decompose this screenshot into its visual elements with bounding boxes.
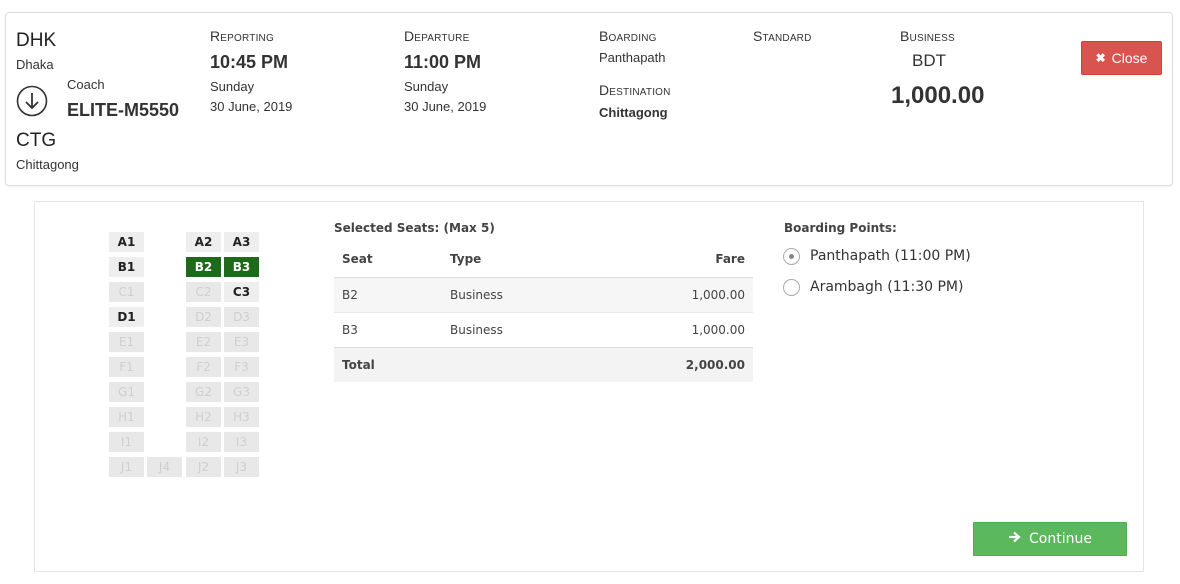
seat-d3: D3 [224, 307, 259, 327]
seat-b2[interactable]: B2 [186, 257, 221, 277]
seat-h3: H3 [224, 407, 259, 427]
seat-b1[interactable]: B1 [109, 257, 144, 277]
seat-g3: G3 [224, 382, 259, 402]
reporting-date: 30 June, 2019 [210, 99, 293, 114]
close-button-label: Close [1111, 50, 1148, 66]
boarding-option-panthapath[interactable]: Panthapath (11:00 PM) [783, 246, 971, 266]
seat-map: A1 A2 A3 B1 B2 B3 C1 C2 C3 D1 D2 D3 E1 E2 E3 F1 F2 F3 G1 G2… [109, 232, 269, 482]
continue-button[interactable]: Continue [973, 522, 1127, 556]
reporting-time: 10:45 PM [210, 52, 289, 72]
seat-i1: I1 [109, 432, 144, 452]
seat-g1: G1 [109, 382, 144, 402]
boarding-option-arambagh[interactable]: Arambagh (11:30 PM) [783, 277, 963, 297]
table-header-row: Seat Type Fare [334, 242, 753, 278]
column-header-seat: Seat [334, 242, 442, 278]
departure-label: Departure [404, 28, 470, 44]
boarding-option-label: Panthapath (11:00 PM) [810, 248, 971, 264]
destination-label: Destination [599, 82, 671, 98]
arrow-right-icon [1008, 531, 1021, 547]
trip-summary-panel: DHK Dhaka Coach ELITE-M5550 CTG Chittago… [5, 12, 1173, 186]
close-icon: ✖ [1095, 51, 1106, 65]
reporting-day: Sunday [210, 79, 255, 94]
seat-i3: I3 [224, 432, 259, 452]
seat-selection-panel: A1 A2 A3 B1 B2 B3 C1 C2 C3 D1 D2 D3 E1 E2 E3 F1 F2 F3 G1 G2… [34, 201, 1144, 572]
seat-h1: H1 [109, 407, 144, 427]
boarding-value: Panthapath [599, 50, 666, 65]
departure-time: 11:00 PM [404, 52, 482, 72]
seat-cell: B2 [334, 276, 442, 312]
seat-f2: F2 [186, 357, 221, 377]
boarding-points-title: Boarding Points: [784, 221, 897, 235]
departure-day: Sunday [404, 79, 449, 94]
table-row: B2 Business 1,000.00 [334, 276, 753, 312]
total-label: Total [334, 346, 442, 382]
currency-label: BDT [912, 51, 946, 70]
fare-cell: 1,000.00 [590, 276, 753, 312]
total-value: 2,000.00 [590, 346, 753, 382]
seat-j1: J1 [109, 457, 144, 477]
class-standard-label: Standard [753, 28, 812, 44]
seat-c2: C2 [186, 282, 221, 302]
close-button[interactable]: ✖ Close [1081, 41, 1162, 75]
coach-label: Coach [67, 77, 105, 92]
seat-c1: C1 [109, 282, 144, 302]
origin-city: Dhaka [16, 57, 54, 72]
seat-a3[interactable]: A3 [224, 232, 259, 252]
seat-d2: D2 [186, 307, 221, 327]
destination-code: CTG [16, 130, 57, 151]
seat-e2: E2 [186, 332, 221, 352]
departure-date: 30 June, 2019 [404, 99, 487, 114]
seat-g2: G2 [186, 382, 221, 402]
type-cell: Business [442, 276, 591, 312]
coach-number: ELITE-M5550 [67, 100, 180, 120]
seat-b3[interactable]: B3 [224, 257, 259, 277]
destination-city: Chittagong [16, 157, 79, 172]
total-spacer [442, 346, 591, 382]
continue-button-label: Continue [1029, 531, 1092, 547]
arrow-down-circle-icon [16, 85, 48, 117]
fare-price: 1,000.00 [891, 82, 985, 109]
boarding-label: Boarding [599, 28, 657, 44]
seat-d1[interactable]: D1 [109, 307, 144, 327]
reporting-label: Reporting [210, 28, 274, 44]
selected-seats-table: Seat Type Fare B2 Business 1,000.00 B3 B… [334, 242, 753, 382]
total-row: Total 2,000.00 [334, 346, 753, 382]
seat-cell: B3 [334, 311, 442, 347]
class-business-label: Business [900, 28, 955, 44]
seat-j2: J2 [186, 457, 221, 477]
radio-checked-icon[interactable] [783, 247, 800, 265]
radio-unchecked-icon[interactable] [783, 278, 800, 296]
seat-j3: J3 [224, 457, 259, 477]
seat-f3: F3 [224, 357, 259, 377]
seat-c3[interactable]: C3 [224, 282, 259, 302]
column-header-fare: Fare [590, 242, 753, 278]
boarding-option-label: Arambagh (11:30 PM) [810, 279, 964, 295]
seat-a1[interactable]: A1 [109, 232, 144, 252]
seat-f1: F1 [109, 357, 144, 377]
type-cell: Business [442, 311, 591, 347]
seat-e1: E1 [109, 332, 144, 352]
seat-e3: E3 [224, 332, 259, 352]
destination-value: Chittagong [599, 105, 668, 120]
seat-a2[interactable]: A2 [186, 232, 221, 252]
column-header-type: Type [442, 242, 591, 278]
origin-code: DHK [16, 30, 57, 51]
fare-cell: 1,000.00 [590, 311, 753, 347]
table-row: B3 Business 1,000.00 [334, 311, 753, 347]
seat-i2: I2 [186, 432, 221, 452]
seat-j4: J4 [147, 457, 182, 477]
seat-h2: H2 [186, 407, 221, 427]
selected-seats-title: Selected Seats: (Max 5) [334, 221, 495, 235]
